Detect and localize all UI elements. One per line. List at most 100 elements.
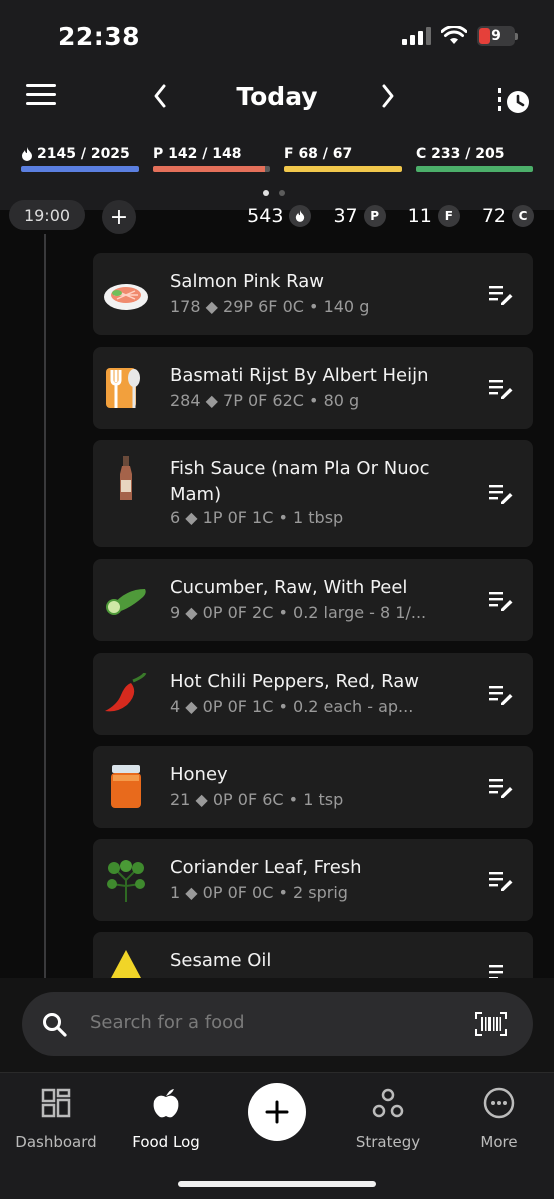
food-name: Fish Sauce (nam Pla Or Nuoc Mam) (170, 458, 430, 505)
apple-icon (153, 1089, 179, 1118)
meal-totals: 543 37 P 11 F 72 C (247, 200, 534, 232)
page-title[interactable]: Today (200, 82, 354, 111)
chili-icon (103, 671, 149, 717)
food-item[interactable]: Cucumber, Raw, With Peel 9 ◆ 0P 0F 2C • … (93, 559, 533, 641)
barcode-scan-icon[interactable] (475, 1012, 507, 1036)
search-bar[interactable]: Search for a food (22, 992, 533, 1056)
fat-badge: F (437, 205, 460, 227)
food-details: 178 ◆ 29P 6F 0C • 140 g (170, 297, 370, 316)
edit-note-icon[interactable] (489, 778, 513, 798)
cellular-signal-icon (402, 27, 431, 45)
carbs-progress-bar (416, 166, 533, 172)
timeline-line (44, 234, 46, 979)
status-time: 22:38 (58, 22, 141, 51)
food-details: 9 ◆ 0P 0F 2C • 0.2 large - 8 1/... (170, 603, 427, 622)
oil-drop-icon (103, 948, 149, 978)
food-name: Sesame Oil (170, 950, 272, 971)
fat-progress-bar (284, 166, 402, 172)
tab-label: More (480, 1133, 518, 1151)
food-details: 4 ◆ 0P 0F 1C • 0.2 each - ap... (170, 697, 414, 716)
meal-time[interactable]: 19:00 (9, 200, 85, 230)
protein-summary: P 142 / 148 (153, 146, 242, 162)
tab-strategy[interactable]: Strategy (338, 1087, 438, 1151)
chevron-left-icon (154, 84, 166, 108)
page-indicator (263, 190, 285, 196)
food-name: Basmati Rijst By Albert Heijn (170, 365, 429, 386)
history-icon[interactable] (498, 86, 532, 116)
battery-icon: 9 (477, 26, 518, 46)
carbs-badge: C (512, 205, 534, 227)
carbs-summary: C 233 / 205 (416, 146, 505, 162)
food-name: Coriander Leaf, Fresh (170, 857, 362, 878)
dashboard-icon (41, 1088, 71, 1118)
bottle-icon (103, 456, 149, 502)
food-details: 1 ◆ 0P 0F 0C • 2 sprig (170, 883, 348, 902)
food-details: 284 ◆ 7P 0F 62C • 80 g (170, 391, 360, 410)
tab-label: Strategy (355, 1133, 421, 1151)
edit-note-icon[interactable] (489, 871, 513, 891)
meal-calories: 543 (247, 205, 284, 227)
food-item[interactable]: Fish Sauce (nam Pla Or Nuoc Mam) 6 ◆ 1P … (93, 440, 533, 547)
edit-note-icon[interactable] (489, 964, 513, 978)
wifi-icon (441, 26, 467, 44)
tab-label: Food Log (132, 1133, 200, 1151)
next-day-button[interactable] (380, 82, 396, 118)
battery-level: 9 (491, 28, 501, 44)
home-indicator (178, 1181, 376, 1187)
tab-bar: Dashboard Food Log Strategy More (0, 1072, 554, 1199)
food-details: 21 ◆ 0P 0F 6C • 1 tsp (170, 790, 344, 809)
add-meal-button[interactable]: + (102, 200, 136, 234)
salmon-icon (103, 271, 149, 317)
add-food-button[interactable] (248, 1083, 306, 1141)
calories-summary: 2145 / 2025 (37, 146, 130, 162)
flame-icon (22, 147, 32, 161)
food-name: Cucumber, Raw, With Peel (170, 577, 408, 598)
edit-note-icon[interactable] (489, 379, 513, 399)
meal-protein: 37 (333, 205, 358, 227)
food-item[interactable]: Hot Chili Peppers, Red, Raw 4 ◆ 0P 0F 1C… (93, 653, 533, 735)
macro-calories: 2145 / 2025 (21, 143, 139, 183)
food-item[interactable]: Sesame Oil (93, 932, 533, 978)
meal-header: 19:00 + 543 37 P 11 F 72 C (0, 200, 554, 234)
macro-carbs: C 233 / 205 (416, 143, 533, 183)
cutlery-icon (103, 365, 149, 411)
meal-fat: 11 (407, 205, 432, 227)
previous-day-button[interactable] (152, 82, 168, 118)
food-item[interactable]: Basmati Rijst By Albert Heijn 284 ◆ 7P 0… (93, 347, 533, 429)
food-name: Hot Chili Peppers, Red, Raw (170, 671, 419, 692)
food-details: 6 ◆ 1P 0F 1C • 1 tbsp (170, 508, 344, 527)
calories-progress-bar (21, 166, 139, 172)
tab-food-log[interactable]: Food Log (116, 1087, 216, 1151)
more-icon (483, 1087, 515, 1119)
honey-jar-icon (103, 764, 149, 810)
cucumber-icon (103, 577, 149, 623)
status-icons: 9 (402, 26, 518, 46)
edit-note-icon[interactable] (489, 285, 513, 305)
search-input[interactable]: Search for a food (90, 1012, 245, 1033)
plus-icon (265, 1100, 289, 1124)
tab-more[interactable]: More (449, 1087, 549, 1151)
status-bar: 22:38 9 (0, 0, 554, 70)
macro-summary[interactable]: 2145 / 2025 P 142 / 148 F 68 / 67 C 233 … (21, 143, 533, 183)
app-header: Today 2145 / 2025 P 142 / 148 F 68 / 67 (0, 70, 554, 210)
strategy-icon (372, 1088, 404, 1118)
edit-note-icon[interactable] (489, 484, 513, 504)
macro-fat: F 68 / 67 (284, 143, 402, 183)
bottom-panel: Search for a food Dashboard Food Log Str… (0, 978, 554, 1199)
food-item[interactable]: Honey 21 ◆ 0P 0F 6C • 1 tsp (93, 746, 533, 828)
chevron-right-icon (382, 84, 394, 108)
protein-badge: P (363, 205, 386, 227)
tab-dashboard[interactable]: Dashboard (6, 1087, 106, 1151)
meal-carbs: 72 (481, 205, 506, 227)
food-item[interactable]: Coriander Leaf, Fresh 1 ◆ 0P 0F 0C • 2 s… (93, 839, 533, 921)
food-item[interactable]: Salmon Pink Raw 178 ◆ 29P 6F 0C • 140 g (93, 253, 533, 335)
protein-progress-bar (153, 166, 270, 172)
edit-note-icon[interactable] (489, 685, 513, 705)
macro-protein: P 142 / 148 (153, 143, 270, 183)
menu-icon[interactable] (26, 84, 56, 108)
edit-note-icon[interactable] (489, 591, 513, 611)
tab-label: Dashboard (15, 1133, 97, 1151)
food-name: Salmon Pink Raw (170, 271, 325, 292)
search-icon (43, 1013, 67, 1037)
flame-icon (289, 205, 312, 227)
